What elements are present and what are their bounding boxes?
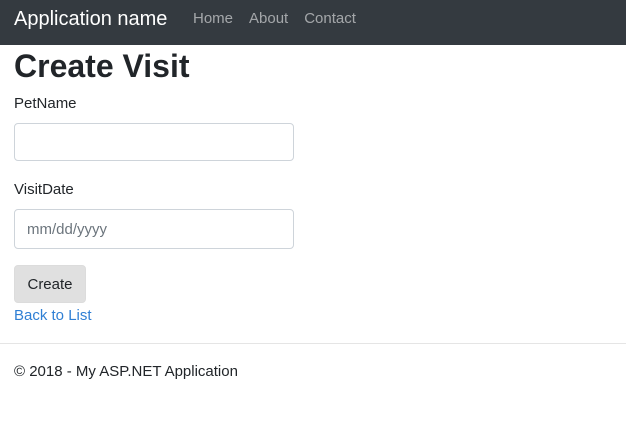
nav-link-home[interactable]: Home bbox=[193, 10, 233, 28]
top-navbar: Application name Home About Contact bbox=[0, 0, 626, 45]
nav-link-about[interactable]: About bbox=[249, 10, 288, 28]
footer-divider bbox=[0, 343, 626, 344]
pet-name-label: PetName bbox=[14, 95, 77, 112]
brand-link[interactable]: Application name bbox=[14, 7, 167, 31]
nav-links: Home About Contact bbox=[193, 10, 372, 28]
create-button[interactable]: Create bbox=[14, 265, 86, 303]
pet-name-input[interactable] bbox=[14, 123, 294, 161]
page-title: Create Visit bbox=[14, 48, 190, 84]
nav-link-contact[interactable]: Contact bbox=[304, 10, 356, 28]
footer-text: © 2018 - My ASP.NET Application bbox=[14, 363, 238, 380]
back-to-list-link[interactable]: Back to List bbox=[14, 307, 92, 325]
visit-date-input[interactable] bbox=[14, 209, 294, 249]
visit-date-label: VisitDate bbox=[14, 181, 74, 198]
